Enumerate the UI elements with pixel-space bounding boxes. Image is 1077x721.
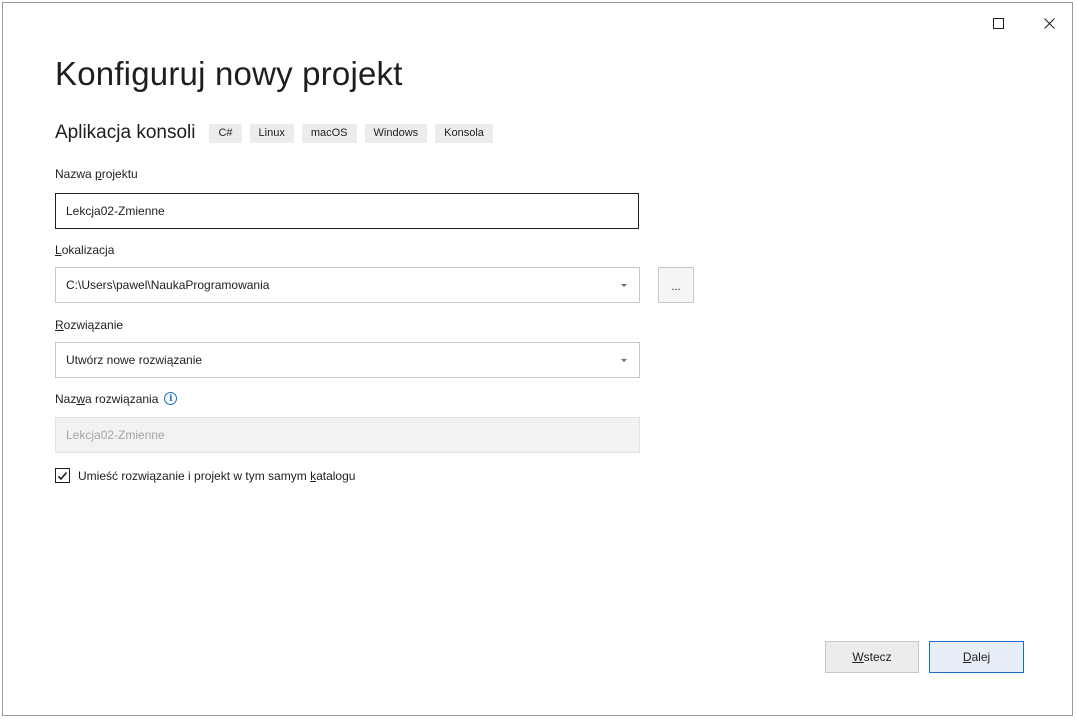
- location-label: Lokalizacja: [55, 243, 115, 257]
- tag-console: Konsola: [435, 123, 493, 143]
- same-directory-label: Umieść rozwiązanie i projekt w tym samym…: [78, 468, 356, 483]
- tag-csharp: C#: [209, 123, 242, 143]
- same-directory-option[interactable]: Umieść rozwiązanie i projekt w tym samym…: [55, 468, 355, 483]
- project-name-input[interactable]: Lekcja02-Zmienne: [55, 193, 639, 229]
- page-title: Konfiguruj nowy projekt: [55, 55, 403, 92]
- next-button[interactable]: Dalej: [929, 641, 1024, 673]
- same-directory-checkbox[interactable]: [55, 468, 70, 483]
- close-icon: [1043, 17, 1055, 29]
- chevron-down-icon: [621, 358, 627, 362]
- solution-value: Utwórz nowe rozwiązanie: [66, 353, 203, 367]
- info-icon[interactable]: i: [164, 392, 178, 406]
- solution-name-label: Nazwa rozwiązania i: [55, 392, 178, 406]
- project-name-label: Nazwa projektu: [55, 167, 138, 181]
- back-button-label: Wstecz: [852, 650, 892, 664]
- project-name-value: Lekcja02-Zmienne: [66, 204, 165, 218]
- browse-label: ...: [671, 281, 681, 293]
- back-button[interactable]: Wstecz: [825, 641, 919, 673]
- maximize-icon: [992, 17, 1004, 29]
- browse-button[interactable]: ...: [658, 267, 694, 303]
- solution-name-input: Lekcja02-Zmienne: [55, 417, 640, 453]
- chevron-down-icon: [621, 283, 627, 287]
- next-button-label: Dalej: [962, 650, 991, 664]
- close-button[interactable]: [1037, 11, 1061, 35]
- solution-name-value: Lekcja02-Zmienne: [66, 428, 165, 442]
- tag-windows: Windows: [364, 123, 428, 143]
- location-combobox[interactable]: C:\Users\pawel\NaukaProgramowania: [55, 267, 640, 303]
- checkmark-icon: [57, 471, 68, 480]
- template-name: Aplikacja konsoli: [55, 122, 196, 143]
- maximize-button[interactable]: [986, 11, 1010, 35]
- tag-linux: Linux: [249, 123, 294, 143]
- location-value: C:\Users\pawel\NaukaProgramowania: [66, 278, 270, 292]
- solution-label: Rozwiązanie: [55, 318, 124, 332]
- solution-combobox[interactable]: Utwórz nowe rozwiązanie: [55, 342, 640, 378]
- dialog-window: Konfiguruj nowy projekt Aplikacja konsol…: [2, 2, 1073, 716]
- template-info: Aplikacja konsoli C# Linux macOS Windows…: [55, 122, 501, 144]
- tag-macos: macOS: [301, 123, 357, 143]
